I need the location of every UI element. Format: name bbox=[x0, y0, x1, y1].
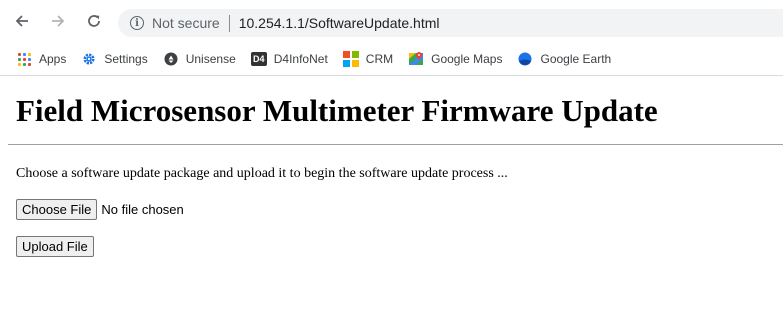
bookmark-label: CRM bbox=[365, 52, 394, 66]
file-status-text: No file chosen bbox=[101, 202, 184, 217]
bookmark-label: Apps bbox=[39, 52, 67, 66]
file-picker: Choose File No file chosen bbox=[16, 199, 184, 220]
page-title: Field Microsensor Multimeter Firmware Up… bbox=[16, 93, 658, 128]
forward-button[interactable] bbox=[46, 9, 70, 33]
title-divider bbox=[8, 144, 783, 145]
back-button[interactable] bbox=[10, 9, 34, 33]
back-arrow-icon bbox=[15, 15, 28, 27]
choose-file-button[interactable]: Choose File bbox=[16, 199, 98, 220]
crm-windows-icon bbox=[342, 51, 359, 67]
bookmark-google-earth[interactable]: Google Earth bbox=[517, 51, 611, 67]
site-info-icon[interactable]: i bbox=[130, 16, 144, 30]
bookmark-settings[interactable]: Settings bbox=[81, 51, 148, 67]
bookmark-label: Google Maps bbox=[431, 52, 503, 66]
bookmark-label: Unisense bbox=[185, 52, 236, 66]
bookmarks-bar: Apps Settings Unisense D4 D4InfoNet CRM … bbox=[0, 45, 783, 73]
browser-toolbar: i Not secure 10.254.1.1/SoftwareUpdate.h… bbox=[0, 0, 783, 42]
instructions-text: Choose a software update package and upl… bbox=[16, 166, 508, 181]
unisense-icon bbox=[163, 51, 179, 67]
bookmark-label: Settings bbox=[104, 52, 148, 66]
bookmark-google-maps[interactable]: Google Maps bbox=[408, 51, 502, 67]
reload-icon bbox=[88, 15, 100, 27]
d4-icon-text: D4 bbox=[250, 52, 267, 66]
upload-row: Upload File bbox=[16, 236, 94, 257]
d4-icon: D4 bbox=[250, 51, 267, 67]
google-earth-icon bbox=[517, 51, 533, 67]
google-maps-icon bbox=[408, 51, 424, 67]
bookmark-label: Google Earth bbox=[540, 52, 612, 66]
settings-gear-icon bbox=[81, 51, 97, 67]
apps-grid-icon bbox=[16, 51, 32, 67]
bookmark-crm[interactable]: CRM bbox=[342, 51, 394, 67]
url-separator bbox=[228, 14, 230, 32]
bookmark-unisense[interactable]: Unisense bbox=[163, 51, 236, 67]
url-text[interactable]: 10.254.1.1/SoftwareUpdate.html bbox=[239, 15, 440, 31]
bookmark-apps[interactable]: Apps bbox=[16, 51, 66, 67]
forward-arrow-icon bbox=[52, 15, 65, 27]
bookmark-d4infonet[interactable]: D4 D4InfoNet bbox=[250, 51, 328, 67]
address-bar[interactable]: i Not secure 10.254.1.1/SoftwareUpdate.h… bbox=[118, 9, 783, 37]
bookmark-label: D4InfoNet bbox=[273, 52, 328, 66]
reload-button[interactable] bbox=[82, 9, 106, 33]
security-status-label[interactable]: Not secure bbox=[152, 15, 220, 31]
upload-file-button[interactable]: Upload File bbox=[16, 236, 94, 257]
page-content: Field Microsensor Multimeter Firmware Up… bbox=[8, 76, 783, 257]
